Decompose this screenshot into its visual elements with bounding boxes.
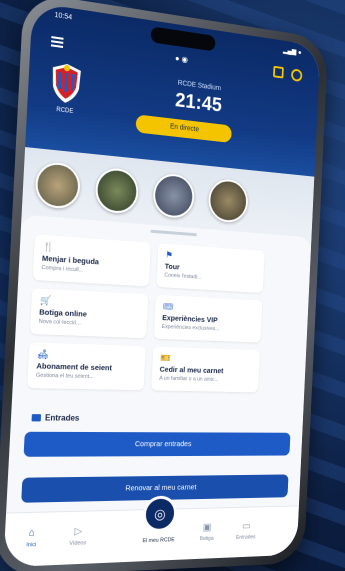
menu-icon[interactable]: [50, 36, 64, 49]
tab-shop[interactable]: ▣ Botiga: [188, 522, 225, 543]
club-fab-icon[interactable]: ◎: [142, 495, 178, 533]
play-icon: ▷: [74, 526, 83, 538]
tile-online-shop[interactable]: 🛒 Botiga online Nova col·lecció...: [29, 288, 149, 339]
club-short-name: RCDE: [56, 106, 74, 116]
story-thumbnail[interactable]: [207, 177, 249, 224]
page-indicator: ● ◉: [174, 53, 189, 65]
tab-tickets[interactable]: ▭ Entrades: [228, 521, 264, 541]
app-screen: 10:54 ▂▄▆ ● ● ◉ RCDE RCDE Stadium 21:45: [3, 2, 321, 568]
rewards-icon[interactable]: [290, 68, 303, 83]
ticket-icon: ▭: [241, 521, 251, 532]
tab-videos[interactable]: ▷ Vídeos: [58, 526, 99, 548]
phone-mockup: 10:54 ▂▄▆ ● ● ◉ RCDE RCDE Stadium 21:45: [0, 0, 329, 571]
tab-home[interactable]: ⌂ Inici: [10, 527, 52, 549]
services-sheet: 🍴 Menjar i beguda Compra i recull... ⚑ T…: [3, 214, 312, 568]
live-button[interactable]: En directe: [135, 114, 232, 143]
calendar-icon[interactable]: [273, 65, 284, 79]
tab-label: Entrades: [235, 534, 256, 541]
seat-icon: 🛋: [36, 348, 49, 360]
tab-label: Botiga: [199, 535, 214, 543]
tile-seat-pass[interactable]: 🛋 Abonament de seient Gestiona el teu se…: [27, 342, 146, 391]
story-thumbnail[interactable]: [34, 160, 82, 210]
tile-tour[interactable]: ⚑ Tour Coneix l'estadi...: [156, 243, 265, 293]
tab-my-club[interactable]: ◎ El meu RCDE: [6, 495, 299, 544]
home-icon: ⌂: [28, 527, 36, 540]
status-signal: ▂▄▆ ●: [282, 47, 302, 57]
tab-label: El meu RCDE: [142, 537, 175, 545]
sheet-grabber[interactable]: [150, 229, 197, 237]
buy-tickets-button[interactable]: Comprar entrades: [23, 431, 291, 457]
tile-title: Abonament de seient: [36, 361, 113, 373]
dynamic-island: [150, 26, 216, 52]
card-icon: 🎫: [160, 352, 171, 363]
tile-title: Cedir al meu carnet: [159, 364, 224, 376]
tile-vip[interactable]: 🎟 Experiències VIP Experiències exclusiv…: [153, 294, 263, 343]
story-thumbnail[interactable]: [94, 166, 140, 215]
tickets-title-text: Entrades: [44, 413, 80, 423]
status-time: 10:54: [54, 11, 73, 22]
tab-label: Vídeos: [69, 540, 87, 547]
tickets-section-title: Entrades: [31, 413, 80, 423]
ticket-icon: [31, 414, 42, 422]
tile-food-drink[interactable]: 🍴 Menjar i beguda Compra i recull...: [32, 234, 151, 287]
tab-label: Inici: [26, 541, 37, 549]
shop-icon: ▣: [202, 522, 212, 534]
tile-subtitle: Gestiona el teu seient...: [35, 372, 94, 381]
tile-subtitle: A un familiar o a un amic...: [159, 375, 219, 383]
tile-transfer-card[interactable]: 🎫 Cedir al meu carnet A un familiar o a …: [151, 346, 260, 393]
story-thumbnail[interactable]: [152, 172, 196, 220]
